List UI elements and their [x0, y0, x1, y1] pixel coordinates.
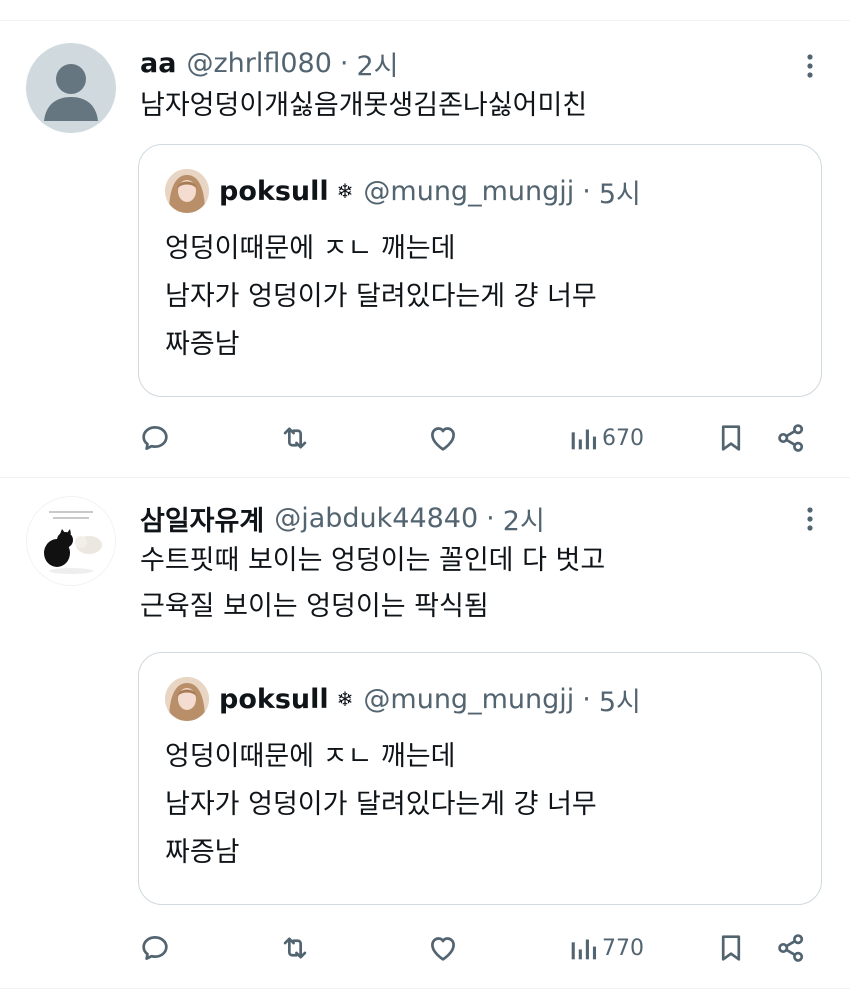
bookmark-icon: [721, 425, 741, 451]
quoted-avatar: [165, 677, 209, 721]
views-icon: [571, 939, 597, 960]
user-handle[interactable]: @jabduk44840: [274, 503, 478, 534]
quoted-text-line: 짜증남: [165, 329, 240, 360]
post-text: 남자엉덩이개싫음개못생김존나싫어미친: [140, 83, 587, 129]
share-icon: [778, 934, 804, 962]
more-dots-icon: [807, 54, 813, 78]
default-avatar-icon: [44, 64, 98, 121]
views-count: 770: [602, 935, 644, 961]
quoted-header: poksull ❄ @mung_mungjj · 5시: [219, 169, 641, 213]
post-text-line: 수트핏때 보이는 엉덩이는 꼴인데 다 벗고: [140, 545, 606, 576]
separator-dot: ·: [582, 683, 591, 715]
post-divider: [0, 988, 850, 989]
more-dots-icon: [807, 507, 813, 531]
cats-photo-icon: [27, 497, 115, 585]
quoted-display-name: poksull: [219, 683, 329, 715]
action-bar: 770: [136, 926, 826, 970]
quoted-text-line: 남자가 엉덩이가 달려있다는게 걍 너무: [165, 789, 597, 820]
avatar[interactable]: [26, 43, 116, 133]
quoted-time: 5시: [598, 178, 641, 210]
top-edge: [0, 0, 850, 21]
share-button[interactable]: [774, 416, 808, 460]
views-count: 670: [602, 425, 644, 451]
profile-photo-icon: [165, 677, 209, 721]
more-button[interactable]: [800, 51, 820, 81]
quoted-text-line: 엉덩이때문에 ㅈㄴ 깨는데: [165, 741, 456, 772]
avatar[interactable]: [26, 496, 116, 586]
like-icon: [431, 427, 455, 451]
post-text-line: 근육질 보이는 엉덩이는 팍식됨: [140, 591, 489, 622]
post-text-line: 남자엉덩이개싫음개못생김존나싫어미친: [140, 90, 588, 121]
repost-button[interactable]: [278, 926, 312, 970]
reply-button[interactable]: [138, 926, 172, 970]
bookmark-button[interactable]: [714, 926, 748, 970]
display-name[interactable]: 삼일자유계: [140, 499, 264, 538]
separator-dot: ·: [582, 175, 591, 207]
post-time[interactable]: 2시: [356, 44, 398, 83]
quoted-handle: @mung_mungjj: [363, 175, 575, 207]
share-button[interactable]: [774, 926, 808, 970]
bookmark-icon: [721, 935, 741, 961]
views-icon: [571, 429, 597, 450]
repost-icon: [283, 427, 307, 449]
reply-button[interactable]: [138, 416, 172, 460]
reply-icon: [142, 936, 168, 960]
separator-dot: ·: [339, 47, 349, 79]
quoted-handle: @mung_mungjj: [363, 683, 575, 715]
user-handle[interactable]: @zhrlfl080: [186, 48, 331, 79]
quoted-text-line: 엉덩이때문에 ㅈㄴ 깨는데: [165, 233, 456, 264]
snowflake-badge-icon: ❄: [336, 179, 354, 203]
like-button[interactable]: [426, 416, 460, 460]
like-button[interactable]: [426, 926, 460, 970]
quoted-post[interactable]: poksull ❄ @mung_mungjj · 5시 엉덩이때문에 ㅈㄴ 깨는…: [138, 652, 822, 905]
quoted-text: 엉덩이때문에 ㅈㄴ 깨는데 남자가 엉덩이가 달려있다는게 걍 너무 짜증남: [165, 225, 597, 369]
quoted-header: poksull ❄ @mung_mungjj · 5시: [219, 677, 641, 721]
share-icon: [778, 424, 804, 452]
post-header: aa @zhrlfl080 · 2시: [140, 43, 399, 83]
post-text: 수트핏때 보이는 엉덩이는 꼴인데 다 벗고 근육질 보이는 엉덩이는 팍식됨: [140, 538, 605, 630]
quoted-text: 엉덩이때문에 ㅈㄴ 깨는데 남자가 엉덩이가 달려있다는게 걍 너무 짜증남: [165, 733, 597, 877]
quoted-time: 5시: [598, 686, 641, 718]
repost-icon: [283, 937, 307, 959]
separator-dot: ·: [486, 502, 495, 534]
quoted-text-line: 남자가 엉덩이가 달려있다는게 걍 너무: [165, 281, 597, 312]
quoted-avatar: [165, 169, 209, 213]
post[interactable]: 삼일자유계 @jabduk44840 · 2시 수트핏때 보이는 엉덩이는 꼴인…: [0, 478, 850, 988]
views-button[interactable]: 770: [568, 926, 644, 970]
post-header: 삼일자유계 @jabduk44840 · 2시: [140, 498, 545, 538]
quoted-display-name: poksull: [219, 175, 329, 207]
post-time[interactable]: 2시: [503, 499, 545, 538]
action-bar: 670: [136, 416, 826, 460]
like-icon: [431, 937, 455, 961]
display-name[interactable]: aa: [140, 48, 176, 79]
reply-icon: [142, 426, 168, 450]
bookmark-button[interactable]: [714, 416, 748, 460]
more-button[interactable]: [800, 504, 820, 534]
profile-photo-icon: [165, 169, 209, 213]
snowflake-badge-icon: ❄: [336, 687, 354, 711]
post[interactable]: aa @zhrlfl080 · 2시 남자엉덩이개싫음개못생김존나싫어미친 po…: [0, 21, 850, 477]
views-button[interactable]: 670: [568, 416, 644, 460]
quoted-post[interactable]: poksull ❄ @mung_mungjj · 5시 엉덩이때문에 ㅈㄴ 깨는…: [138, 144, 822, 397]
quoted-text-line: 짜증남: [165, 837, 240, 868]
repost-button[interactable]: [278, 416, 312, 460]
